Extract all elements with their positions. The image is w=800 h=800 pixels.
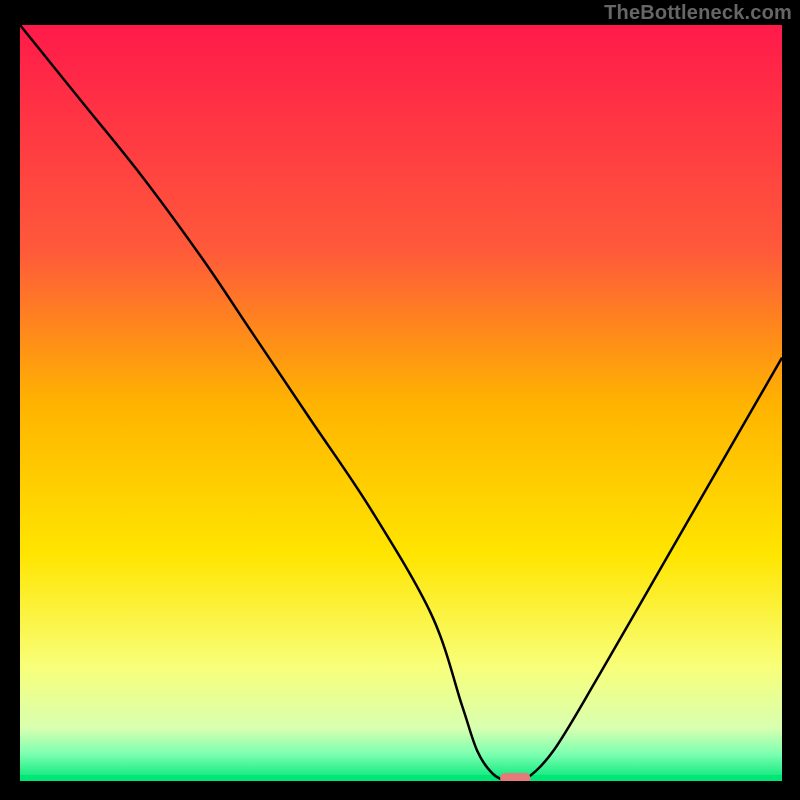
optimal-marker: [500, 773, 530, 781]
watermark-text: TheBottleneck.com: [604, 2, 792, 25]
bottleneck-chart: [20, 25, 782, 781]
plot-area: [20, 25, 782, 781]
gradient-background: [20, 25, 782, 781]
chart-frame: TheBottleneck.com: [0, 0, 800, 800]
